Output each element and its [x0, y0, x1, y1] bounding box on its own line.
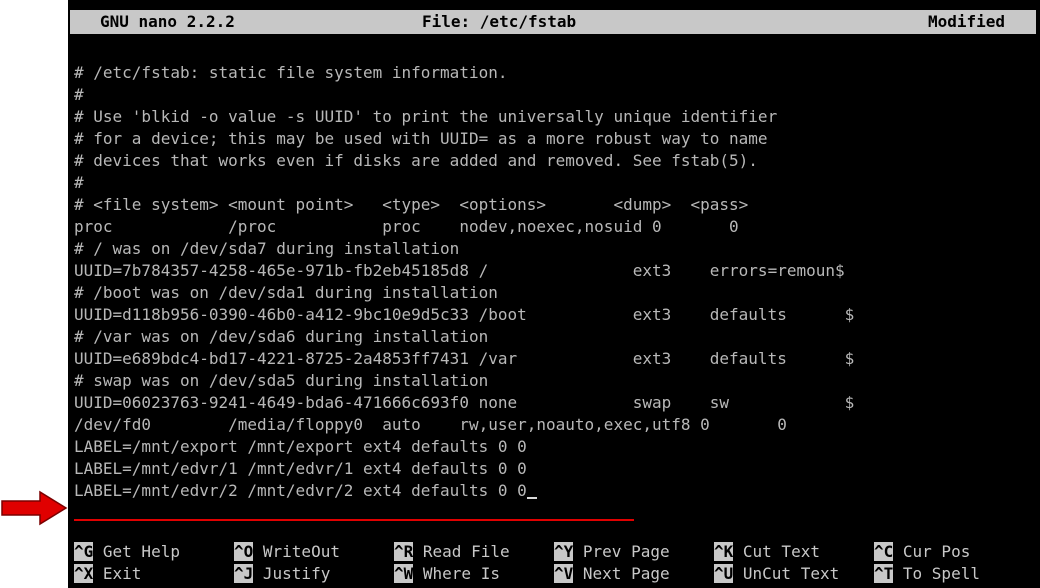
shortcut-writeout[interactable]: ^O WriteOut	[234, 541, 340, 563]
file-line: UUID=06023763-9241-4649-bda6-471666c693f…	[74, 392, 854, 414]
shortcut-label: Exit	[93, 564, 142, 583]
shortcut-label: WriteOut	[253, 542, 340, 561]
shortcut-label: Next Page	[573, 564, 670, 583]
shortcut-cur-pos[interactable]: ^C Cur Pos	[874, 541, 970, 563]
file-line: #	[74, 172, 854, 194]
shortcut-key: ^T	[874, 564, 894, 583]
file-line: # devices that works even if disks are a…	[74, 150, 854, 172]
red-arrow-icon	[1, 490, 68, 526]
nano-title-bar: GNU nano 2.2.2 File: /etc/fstab Modified	[70, 10, 1036, 34]
shortcut-key: ^K	[714, 542, 734, 561]
file-line: proc /proc proc nodev,noexec,nosuid 0 0	[74, 216, 854, 238]
shortcut-prev-page[interactable]: ^Y Prev Page	[554, 541, 670, 563]
file-line-text: /dev/fd0 /media/floppy0 auto rw,user,noa…	[74, 415, 787, 434]
file-line: LABEL=/mnt/edvr/1 /mnt/edvr/1 ext4 defau…	[74, 458, 854, 480]
file-line-text: UUID=06023763-9241-4649-bda6-471666c693f…	[74, 393, 855, 412]
modified-status: Modified	[928, 12, 1006, 31]
file-line-text: # Use 'blkid -o value -s UUID' to print …	[74, 107, 778, 126]
shortcut-key: ^U	[714, 564, 734, 583]
shortcut-key: ^R	[394, 542, 414, 561]
file-line: LABEL=/mnt/export /mnt/export ext4 defau…	[74, 436, 854, 458]
file-line: # /etc/fstab: static file system informa…	[74, 62, 854, 84]
file-line: LABEL=/mnt/edvr/2 /mnt/edvr/2 ext4 defau…	[74, 480, 854, 502]
terminal-window: GNU nano 2.2.2 File: /etc/fstab Modified…	[68, 0, 1040, 588]
shortcut-read-file[interactable]: ^R Read File	[394, 541, 510, 563]
shortcut-label: Read File	[413, 542, 510, 561]
shortcut-key: ^Y	[554, 542, 574, 561]
file-line: # /var was on /dev/sda6 during installat…	[74, 326, 854, 348]
shortcut-label: Justify	[253, 564, 331, 583]
file-line: UUID=e689bdc4-bd17-4221-8725-2a4853ff743…	[74, 348, 854, 370]
file-line-text: LABEL=/mnt/export /mnt/export ext4 defau…	[74, 437, 527, 456]
shortcut-where-is[interactable]: ^W Where Is	[394, 563, 500, 585]
file-line-text: # swap was on /dev/sda5 during installat…	[74, 371, 489, 390]
shortcut-get-help[interactable]: ^G Get Help	[74, 541, 180, 563]
shortcut-label: To Spell	[893, 564, 980, 583]
file-line: # <file system> <mount point> <type> <op…	[74, 194, 854, 216]
file-line-text: # devices that works even if disks are a…	[74, 151, 758, 170]
file-line-text: UUID=d118b956-0390-46b0-a412-9bc10e9d5c3…	[74, 305, 855, 324]
file-line-text: LABEL=/mnt/edvr/2 /mnt/edvr/2 ext4 defau…	[74, 481, 527, 500]
shortcut-key: ^O	[234, 542, 254, 561]
app-version: GNU nano 2.2.2	[100, 12, 235, 31]
file-line: # /boot was on /dev/sda1 during installa…	[74, 282, 854, 304]
shortcut-uncut-text[interactable]: ^U UnCut Text	[714, 563, 839, 585]
file-line-text: LABEL=/mnt/edvr/1 /mnt/edvr/1 ext4 defau…	[74, 459, 527, 478]
file-line-text: # /boot was on /dev/sda1 during installa…	[74, 283, 498, 302]
file-line-text: UUID=7b784357-4258-465e-971b-fb2eb45185d…	[74, 261, 845, 280]
shortcut-key: ^G	[74, 542, 94, 561]
annotation-underline	[74, 519, 634, 521]
shortcut-label: Where Is	[413, 564, 500, 583]
file-line-text: # / was on /dev/sda7 during installation	[74, 239, 460, 258]
shortcut-to-spell[interactable]: ^T To Spell	[874, 563, 980, 585]
shortcut-key: ^W	[394, 564, 414, 583]
shortcut-label: Get Help	[93, 542, 180, 561]
file-line: UUID=7b784357-4258-465e-971b-fb2eb45185d…	[74, 260, 854, 282]
shortcut-label: Cur Pos	[893, 542, 971, 561]
file-line-text: # /var was on /dev/sda6 during installat…	[74, 327, 489, 346]
file-line-text: #	[74, 173, 84, 192]
file-line: # / was on /dev/sda7 during installation	[74, 238, 854, 260]
shortcut-key: ^C	[874, 542, 894, 561]
file-line-text: proc /proc proc nodev,noexec,nosuid 0 0	[74, 217, 739, 236]
file-line: # Use 'blkid -o value -s UUID' to print …	[74, 106, 854, 128]
shortcut-next-page[interactable]: ^V Next Page	[554, 563, 670, 585]
file-line-text: # <file system> <mount point> <type> <op…	[74, 195, 749, 214]
shortcut-key: ^V	[554, 564, 574, 583]
shortcut-exit[interactable]: ^X Exit	[74, 563, 141, 585]
shortcut-label: Cut Text	[733, 542, 820, 561]
shortcut-label: Prev Page	[573, 542, 670, 561]
file-line: # for a device; this may be used with UU…	[74, 128, 854, 150]
shortcut-key: ^J	[234, 564, 254, 583]
text-cursor	[526, 497, 537, 499]
file-line: /dev/fd0 /media/floppy0 auto rw,user,noa…	[74, 414, 854, 436]
file-line-text: UUID=e689bdc4-bd17-4221-8725-2a4853ff743…	[74, 349, 855, 368]
shortcut-label: UnCut Text	[733, 564, 840, 583]
file-line: # swap was on /dev/sda5 during installat…	[74, 370, 854, 392]
file-line-text: # /etc/fstab: static file system informa…	[74, 63, 508, 82]
shortcut-key: ^X	[74, 564, 94, 583]
file-line-text: # for a device; this may be used with UU…	[74, 129, 768, 148]
editor-buffer[interactable]: # /etc/fstab: static file system informa…	[74, 62, 854, 502]
file-line: #	[74, 84, 854, 106]
file-line-text: #	[74, 85, 84, 104]
shortcut-justify[interactable]: ^J Justify	[234, 563, 330, 585]
shortcut-cut-text[interactable]: ^K Cut Text	[714, 541, 820, 563]
file-name: File: /etc/fstab	[422, 12, 577, 31]
file-line: UUID=d118b956-0390-46b0-a412-9bc10e9d5c3…	[74, 304, 854, 326]
